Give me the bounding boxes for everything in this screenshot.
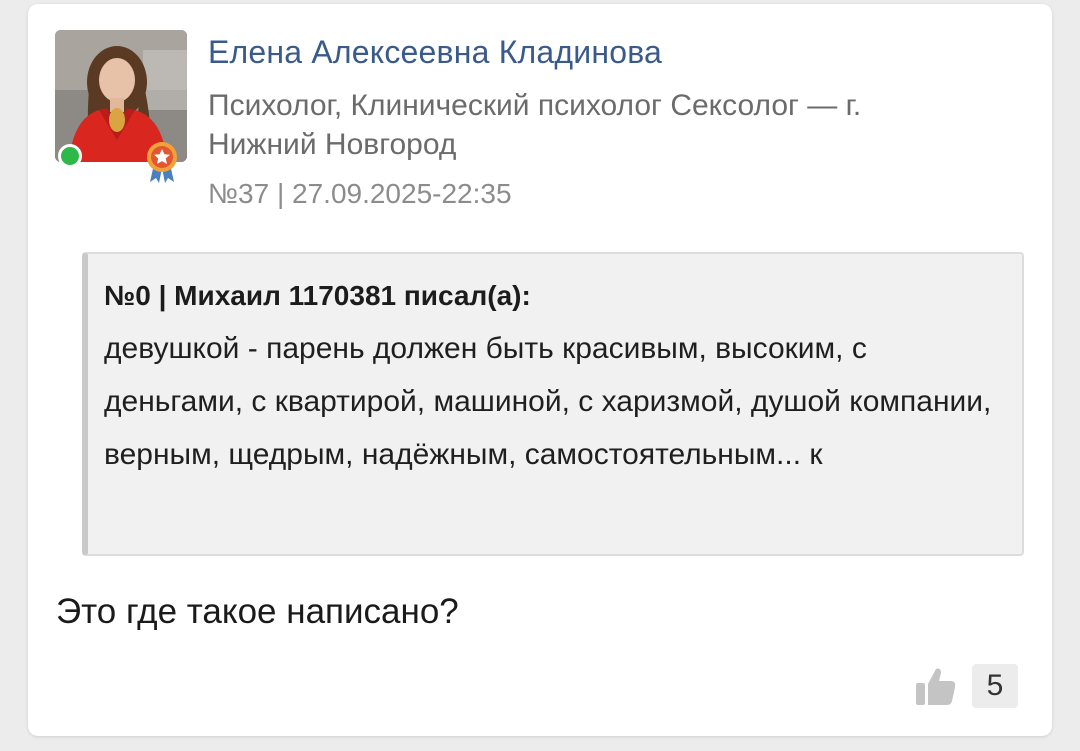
award-medal-icon[interactable] xyxy=(144,140,180,184)
author-name[interactable]: Елена Алексеевна Кладинова xyxy=(208,34,662,71)
quote-header[interactable]: №0 | Михаил 1170381 писал(а): xyxy=(104,280,1004,312)
quote-body: девушкой - парень должен быть красивым, … xyxy=(104,332,992,471)
like-count: 5 xyxy=(972,664,1018,708)
post-text: Это где такое написано? xyxy=(56,592,459,631)
author-role: Психолог, Клинический психолог Сексолог … xyxy=(208,89,862,161)
post-card: Елена Алексеевна Кладинова Психолог, Кли… xyxy=(28,4,1052,736)
quote-block: №0 | Михаил 1170381 писал(а): девушкой -… xyxy=(82,252,1024,556)
like-area: 5 xyxy=(914,664,1018,708)
post-meta[interactable]: №37 | 27.09.2025-22:35 xyxy=(208,178,512,210)
thumbs-up-icon[interactable] xyxy=(914,665,958,707)
online-status-icon xyxy=(58,144,82,168)
